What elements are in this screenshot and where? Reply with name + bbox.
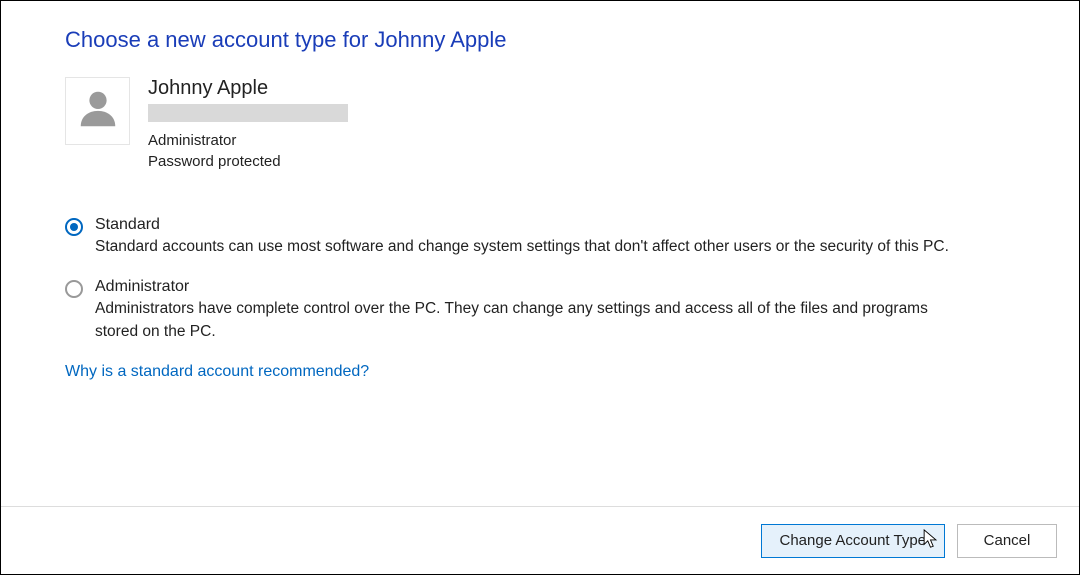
option-standard[interactable]: Standard Standard accounts can use most … — [65, 216, 1015, 258]
radio-admin[interactable] — [65, 280, 83, 298]
account-type-dialog: Choose a new account type for Johnny App… — [0, 0, 1080, 575]
help-link[interactable]: Why is a standard account recommended? — [65, 363, 369, 381]
page-title: Choose a new account type for Johnny App… — [65, 27, 1015, 53]
user-block: Johnny Apple Administrator Password prot… — [65, 77, 1015, 172]
option-admin-body: Administrator Administrators have comple… — [95, 278, 1015, 343]
option-standard-label: Standard — [95, 216, 1015, 234]
user-icon — [75, 86, 121, 137]
cancel-button[interactable]: Cancel — [957, 524, 1057, 558]
change-account-type-button[interactable]: Change Account Type — [761, 524, 946, 558]
footer: Change Account Type Cancel — [1, 506, 1079, 574]
content-area: Choose a new account type for Johnny App… — [1, 1, 1079, 381]
user-name: Johnny Apple — [148, 77, 348, 100]
options-group: Standard Standard accounts can use most … — [65, 216, 1015, 343]
avatar — [65, 77, 130, 145]
radio-standard[interactable] — [65, 218, 83, 236]
redacted-field — [148, 104, 348, 122]
option-admin[interactable]: Administrator Administrators have comple… — [65, 278, 1015, 343]
option-admin-label: Administrator — [95, 278, 1015, 296]
option-standard-body: Standard Standard accounts can use most … — [95, 216, 1015, 258]
option-admin-desc: Administrators have complete control ove… — [95, 298, 975, 343]
change-account-type-label: Change Account Type — [780, 532, 927, 549]
option-standard-desc: Standard accounts can use most software … — [95, 236, 975, 258]
user-role: Administrator — [148, 130, 348, 151]
cancel-label: Cancel — [984, 532, 1031, 549]
user-protection: Password protected — [148, 151, 348, 172]
user-info: Johnny Apple Administrator Password prot… — [148, 77, 348, 172]
